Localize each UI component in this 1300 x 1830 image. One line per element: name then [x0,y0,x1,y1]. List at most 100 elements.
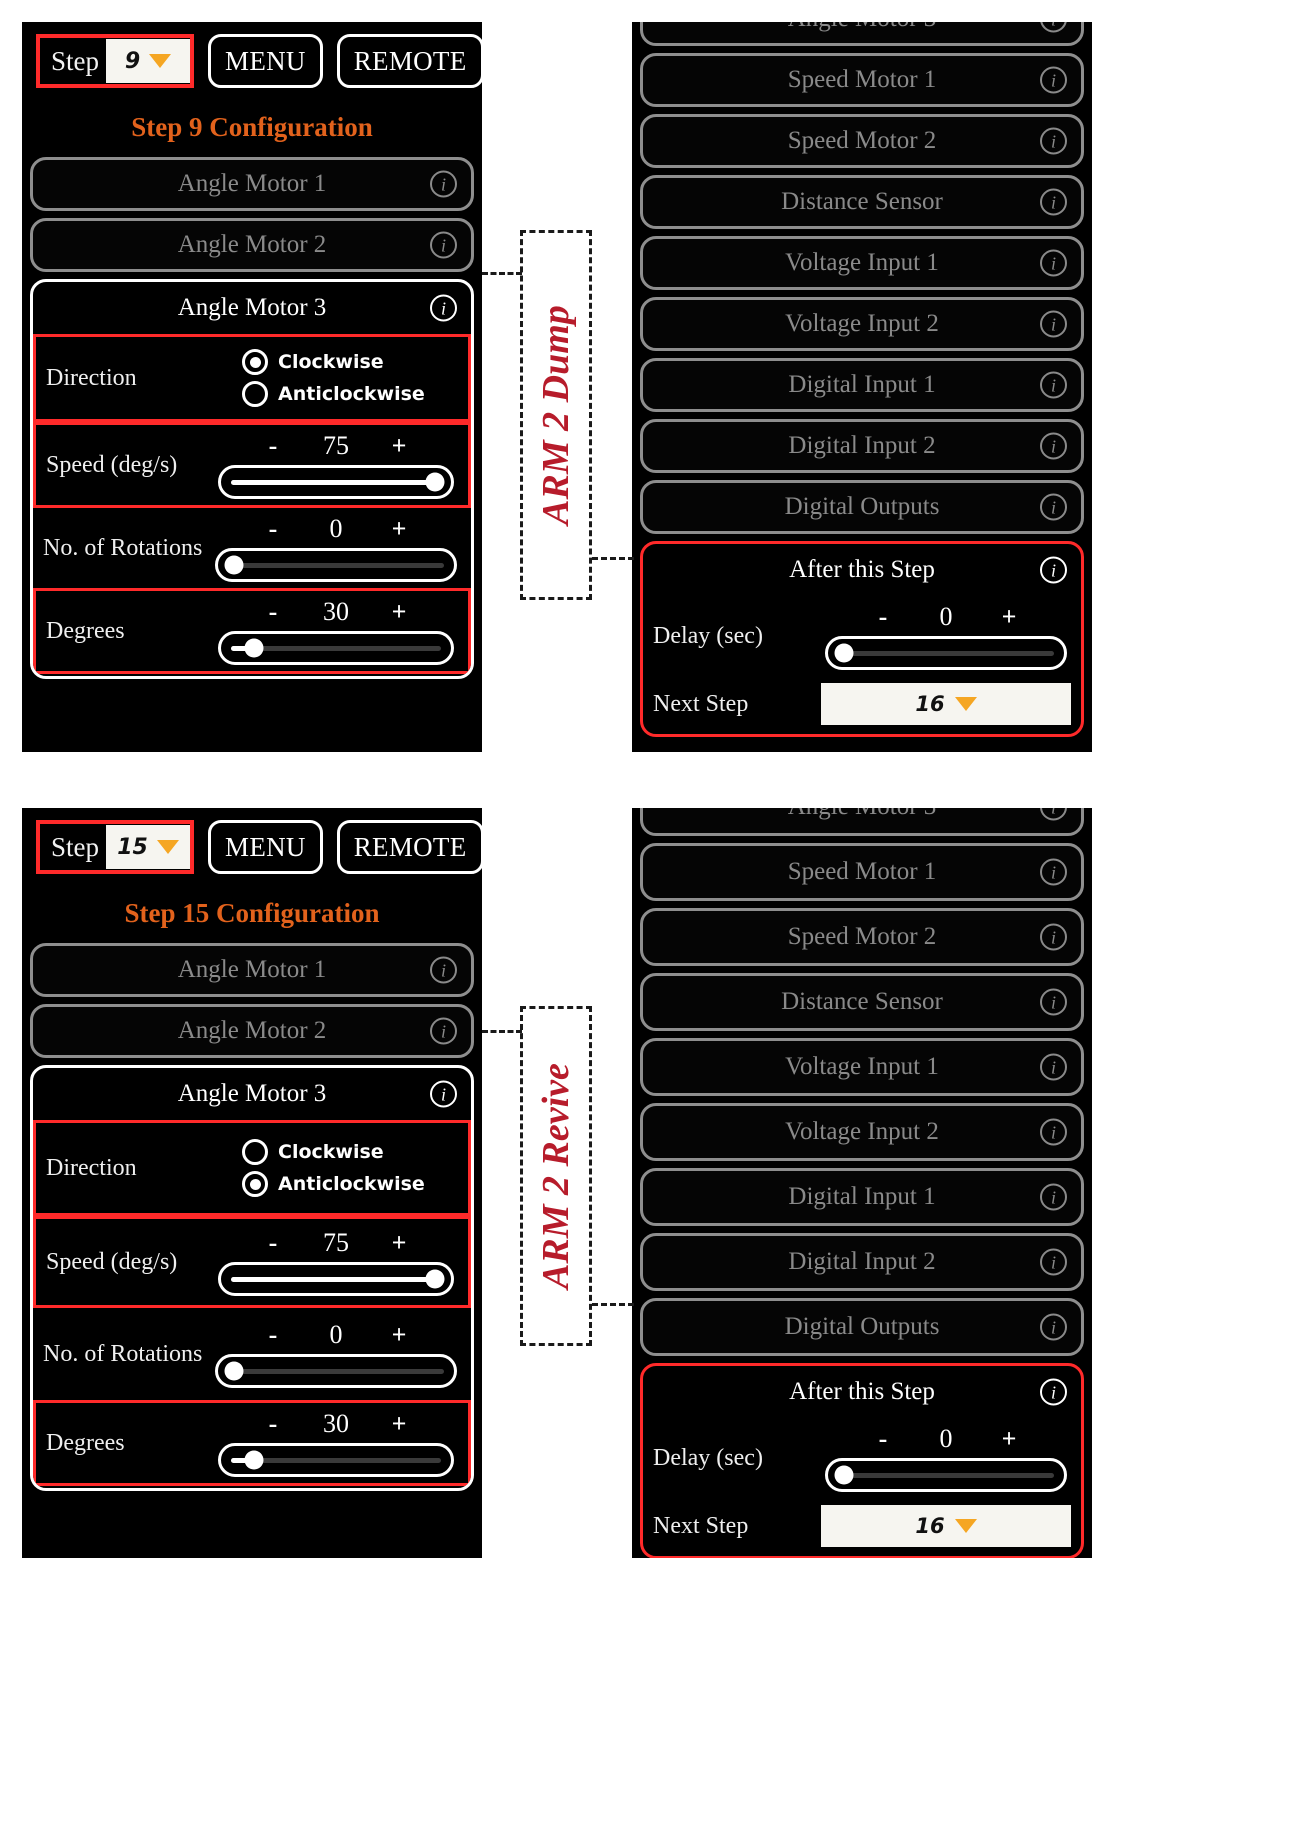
info-icon[interactable]: i [1040,371,1067,399]
decrement-button[interactable]: - [874,1424,892,1454]
card-speed-motor-1[interactable]: Speed Motor 1 i [640,843,1084,901]
card-list: Angle Motor 3 i Speed Motor 1 i Speed Mo… [632,22,1092,737]
decrement-button[interactable]: - [264,1409,282,1439]
card-digital-input-2[interactable]: Digital Input 2 i [640,1233,1084,1291]
increment-button[interactable]: + [390,1320,408,1350]
card-angle-motor-1[interactable]: Angle Motor 1 i [30,943,474,997]
after-step-header[interactable]: After this Step i [643,544,1081,596]
card-angle-motor-3[interactable]: Angle Motor 3 i [640,808,1084,836]
decrement-button[interactable]: - [264,514,282,544]
speed-slider[interactable] [218,465,454,499]
next-step-dropdown[interactable]: 16 [821,1505,1071,1547]
decrement-button[interactable]: - [874,602,892,632]
info-icon[interactable]: i [1040,22,1067,33]
radio-anticlockwise[interactable]: Anticlockwise [242,381,458,407]
info-icon[interactable]: i [430,170,457,198]
expanded-header[interactable]: Angle Motor 3 i [33,1068,471,1120]
increment-button[interactable]: + [390,431,408,461]
info-icon[interactable]: i [430,1017,457,1045]
info-icon[interactable]: i [430,1080,457,1108]
increment-button[interactable]: + [390,597,408,627]
increment-button[interactable]: + [390,514,408,544]
decrement-button[interactable]: - [264,1320,282,1350]
step-dropdown[interactable]: 15 [106,825,191,869]
expanded-header[interactable]: Angle Motor 3 i [33,282,471,334]
card-digital-outputs[interactable]: Digital Outputs i [640,480,1084,534]
info-icon[interactable]: i [1040,188,1067,216]
info-icon[interactable]: i [430,956,457,984]
card-angle-motor-2[interactable]: Angle Motor 2 i [30,218,474,272]
card-voltage-input-1[interactable]: Voltage Input 1 i [640,1038,1084,1096]
info-icon[interactable]: i [1040,858,1067,886]
slider-knob[interactable] [834,643,854,663]
delay-slider[interactable] [825,1458,1067,1492]
card-voltage-input-2[interactable]: Voltage Input 2 i [640,297,1084,351]
card-angle-motor-2[interactable]: Angle Motor 2 i [30,1004,474,1058]
radio-clockwise[interactable]: Clockwise [242,349,458,375]
next-step-dropdown[interactable]: 16 [821,683,1071,725]
card-speed-motor-1[interactable]: Speed Motor 1 i [640,53,1084,107]
info-icon[interactable]: i [430,231,457,259]
remote-button[interactable]: REMOTE [336,34,482,88]
slider-knob[interactable] [244,1450,264,1470]
increment-button[interactable]: + [1000,1424,1018,1454]
card-digital-input-1[interactable]: Digital Input 1 i [640,358,1084,412]
remote-button[interactable]: REMOTE [336,820,482,874]
info-icon[interactable]: i [1040,310,1067,338]
info-icon[interactable]: i [1040,1378,1067,1406]
menu-button[interactable]: MENU [208,34,323,88]
card-digital-input-1[interactable]: Digital Input 1 i [640,1168,1084,1226]
info-icon[interactable]: i [1040,66,1067,94]
card-distance-sensor[interactable]: Distance Sensor i [640,175,1084,229]
rotations-slider[interactable] [215,548,457,582]
radio-clockwise[interactable]: Clockwise [242,1139,458,1165]
rotations-slider[interactable] [215,1354,457,1388]
slider-knob[interactable] [834,1465,854,1485]
info-icon[interactable]: i [1040,988,1067,1016]
info-icon[interactable]: i [1040,1118,1067,1146]
radio-anticlockwise[interactable]: Anticlockwise [242,1171,458,1197]
info-icon[interactable]: i [1040,1183,1067,1211]
degrees-slider[interactable] [218,631,454,665]
delay-slider[interactable] [825,636,1067,670]
increment-button[interactable]: + [390,1228,408,1258]
slider-knob[interactable] [224,555,244,575]
slider-knob[interactable] [425,1269,445,1289]
info-icon[interactable]: i [1040,808,1067,821]
info-icon[interactable]: i [1040,1053,1067,1081]
increment-button[interactable]: + [1000,602,1018,632]
info-icon[interactable]: i [1040,249,1067,277]
after-step-header[interactable]: After this Step i [643,1366,1081,1418]
card-speed-motor-2[interactable]: Speed Motor 2 i [640,114,1084,168]
info-icon[interactable]: i [1040,556,1067,584]
card-voltage-input-2[interactable]: Voltage Input 2 i [640,1103,1084,1161]
menu-button[interactable]: MENU [208,820,323,874]
slider-knob[interactable] [244,638,264,658]
speed-slider[interactable] [218,1262,454,1296]
card-label: Speed Motor 1 [787,66,937,93]
decrement-button[interactable]: - [264,431,282,461]
increment-button[interactable]: + [390,1409,408,1439]
slider-knob[interactable] [425,472,445,492]
info-icon[interactable]: i [1040,432,1067,460]
info-icon[interactable]: i [1040,127,1067,155]
card-speed-motor-2[interactable]: Speed Motor 2 i [640,908,1084,966]
card-digital-outputs[interactable]: Digital Outputs i [640,1298,1084,1356]
step-selector-group[interactable]: Step 15 [36,820,195,874]
decrement-button[interactable]: - [264,597,282,627]
card-distance-sensor[interactable]: Distance Sensor i [640,973,1084,1031]
degrees-slider[interactable] [218,1443,454,1477]
card-angle-motor-1[interactable]: Angle Motor 1 i [30,157,474,211]
info-icon[interactable]: i [1040,923,1067,951]
step-selector-group[interactable]: Step 9 [36,34,195,88]
info-icon[interactable]: i [1040,1313,1067,1341]
slider-knob[interactable] [224,1361,244,1381]
info-icon[interactable]: i [1040,1248,1067,1276]
info-icon[interactable]: i [430,294,457,322]
card-angle-motor-3[interactable]: Angle Motor 3 i [640,22,1084,46]
card-digital-input-2[interactable]: Digital Input 2 i [640,419,1084,473]
card-voltage-input-1[interactable]: Voltage Input 1 i [640,236,1084,290]
info-icon[interactable]: i [1040,493,1067,521]
decrement-button[interactable]: - [264,1228,282,1258]
step-dropdown[interactable]: 9 [106,39,191,83]
